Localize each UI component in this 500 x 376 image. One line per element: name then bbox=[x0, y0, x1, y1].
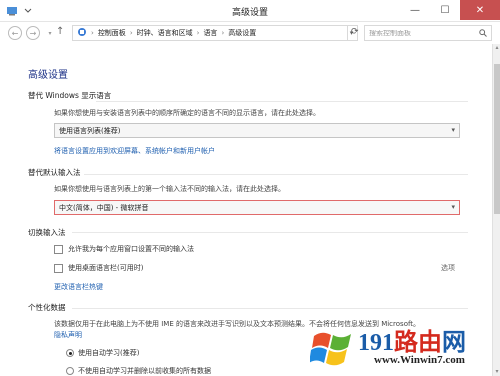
display-language-description: 如果你想使用与安装语言列表中的顺序所确定的语言不同的显示语言，请在此处选择。 bbox=[54, 109, 320, 117]
language-bar-options-link[interactable]: 选项 bbox=[441, 263, 455, 273]
breadcrumb-control-panel[interactable]: 控制面板 bbox=[98, 28, 126, 38]
switch-input-heading: 切换输入法 bbox=[28, 228, 66, 237]
input-method-heading: 替代默认输入法 bbox=[28, 168, 81, 177]
no-auto-learning-option[interactable]: 不使用自动学习并删除以前收集的所有数据 bbox=[66, 366, 211, 376]
close-button[interactable]: ✕ bbox=[460, 0, 500, 20]
breadcrumb-separator: › bbox=[196, 29, 200, 37]
breadcrumb-separator: › bbox=[221, 29, 225, 37]
section-divider bbox=[72, 232, 468, 233]
breadcrumb-separator: › bbox=[129, 29, 133, 37]
per-app-input-option[interactable]: 允许我为每个应用窗口设置不同的输入法 bbox=[54, 244, 194, 254]
input-method-select[interactable]: 中文(简体，中国) - 微软拼音 ▾ bbox=[54, 200, 460, 215]
title-bar: 高级设置 — ☐ ✕ bbox=[0, 0, 500, 22]
personalization-heading: 个性化数据 bbox=[28, 303, 66, 312]
site-watermark: 191路由网 www.Winwin7.com bbox=[308, 320, 500, 376]
forward-button[interactable]: → bbox=[26, 26, 40, 40]
minimize-button[interactable]: — bbox=[400, 0, 430, 20]
change-hotkeys-link[interactable]: 更改语言栏热键 bbox=[54, 282, 103, 292]
up-button[interactable]: ↑ bbox=[56, 26, 64, 37]
page-title: 高级设置 bbox=[28, 70, 68, 81]
watermark-brand: 191路由网 bbox=[358, 322, 466, 357]
auto-learning-label: 使用自动学习(推荐) bbox=[78, 349, 140, 357]
no-auto-learning-radio[interactable] bbox=[66, 367, 74, 375]
watermark-brand-number: 191 bbox=[358, 330, 394, 356]
per-app-input-label: 允许我为每个应用窗口设置不同的输入法 bbox=[68, 245, 194, 253]
scroll-thumb[interactable] bbox=[494, 64, 500, 214]
desktop-language-bar-option[interactable]: 使用桌面语言栏(可用时) bbox=[54, 263, 143, 273]
back-button[interactable]: ← bbox=[8, 26, 22, 40]
desktop-language-bar-label: 使用桌面语言栏(可用时) bbox=[68, 264, 144, 272]
scroll-up-arrow[interactable]: ▴ bbox=[493, 44, 500, 52]
search-icon[interactable] bbox=[479, 29, 487, 39]
apply-language-settings-link[interactable]: 将语言设置应用到欢迎屏幕、系统帐户和新用户帐户 bbox=[54, 146, 215, 156]
auto-learning-option[interactable]: 使用自动学习(推荐) bbox=[66, 348, 139, 358]
watermark-brand-text: 路由 bbox=[394, 330, 442, 356]
address-bar[interactable]: › 控制面板 › 时钟、语言和区域 › 语言 › 高级设置 bbox=[72, 25, 348, 41]
recent-locations-dropdown[interactable]: ▾ bbox=[43, 26, 57, 40]
auto-learning-radio[interactable] bbox=[66, 349, 74, 357]
navigation-bar: ← → ▾ ↑ › 控制面板 › 时钟、语言和区域 › 语言 › 高级设置 ▾ … bbox=[0, 22, 500, 44]
breadcrumb-advanced-settings[interactable]: 高级设置 bbox=[228, 28, 256, 38]
desktop-language-bar-checkbox[interactable] bbox=[54, 263, 63, 273]
no-auto-learning-label: 不使用自动学习并删除以前收集的所有数据 bbox=[78, 367, 211, 375]
breadcrumb-separator: › bbox=[91, 29, 94, 37]
search-box[interactable] bbox=[364, 25, 492, 41]
watermark-url: www.Winwin7.com bbox=[374, 354, 465, 366]
breadcrumb-language[interactable]: 语言 bbox=[203, 28, 217, 38]
display-language-heading: 替代 Windows 显示语言 bbox=[28, 91, 112, 100]
chevron-down-icon: ▾ bbox=[451, 126, 455, 134]
refresh-icon[interactable]: ⟳ bbox=[351, 27, 359, 37]
breadcrumb-clock-language-region[interactable]: 时钟、语言和区域 bbox=[137, 28, 193, 38]
display-language-selected-value: 使用语言列表(推荐) bbox=[59, 126, 121, 135]
search-input[interactable] bbox=[369, 29, 477, 37]
chevron-down-icon: ▾ bbox=[451, 203, 455, 211]
per-app-input-checkbox[interactable] bbox=[54, 244, 63, 254]
section-divider bbox=[72, 308, 468, 309]
maximize-button[interactable]: ☐ bbox=[430, 0, 460, 20]
input-method-description: 如果你想使用与语言列表上的第一个输入法不同的输入法，请在此处选择。 bbox=[54, 185, 285, 193]
watermark-brand-end: 网 bbox=[442, 330, 466, 356]
section-divider bbox=[84, 174, 468, 175]
privacy-statement-link[interactable]: 隐私声明 bbox=[54, 330, 82, 340]
windows-logo-icon bbox=[310, 332, 351, 366]
section-divider bbox=[96, 101, 468, 102]
control-panel-location-icon bbox=[77, 27, 87, 39]
display-language-select[interactable]: 使用语言列表(推荐) ▾ bbox=[54, 123, 460, 138]
input-method-selected-value: 中文(简体，中国) - 微软拼音 bbox=[59, 203, 149, 212]
